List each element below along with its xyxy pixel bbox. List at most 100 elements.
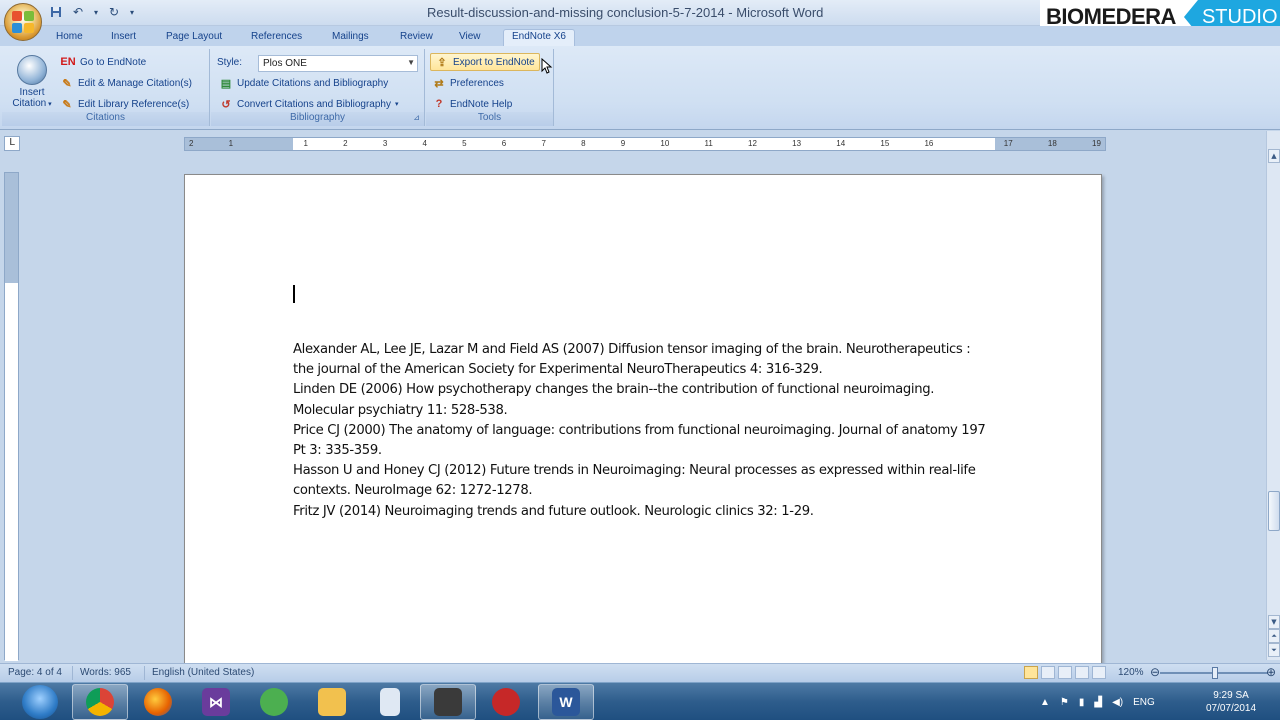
- outline-icon[interactable]: [1075, 666, 1089, 679]
- zoom-slider-knob[interactable]: [1212, 667, 1218, 679]
- tab-endnote[interactable]: EndNote X6: [503, 29, 575, 46]
- web-layout-icon[interactable]: [1058, 666, 1072, 679]
- export-label: Export to EndNote: [453, 56, 535, 68]
- tab-review[interactable]: Review: [400, 29, 433, 46]
- endnote-help-button[interactable]: ? EndNote Help: [432, 95, 513, 113]
- redo-icon[interactable]: ↻: [106, 4, 122, 20]
- reference-list[interactable]: Alexander AL, Lee JE, Lazar M and Field …: [293, 340, 993, 522]
- update-citations-button[interactable]: ▤ Update Citations and Bibliography: [219, 74, 388, 92]
- bibliography-group-label-text: Bibliography: [289, 112, 346, 123]
- reference-entry[interactable]: Price CJ (2000) The anatomy of language:…: [293, 421, 993, 461]
- chrome-icon: [86, 688, 114, 716]
- convert-citations-button[interactable]: ↺ Convert Citations and Bibliography ▾: [219, 95, 399, 113]
- ruler-number: 1: [303, 139, 308, 148]
- convert-dropdown-icon[interactable]: ▾: [395, 100, 399, 108]
- ruler-number: 17: [1003, 139, 1013, 148]
- previous-page-icon[interactable]: ⏶: [1268, 629, 1280, 643]
- ruler-number: 13: [792, 139, 802, 148]
- tab-references[interactable]: References: [251, 29, 302, 46]
- print-layout-icon[interactable]: [1024, 666, 1038, 679]
- taskbar-explorer[interactable]: [304, 684, 360, 720]
- taskbar-notepad[interactable]: [362, 684, 418, 720]
- tab-home[interactable]: Home: [56, 29, 83, 46]
- document-page[interactable]: Alexander AL, Lee JE, Lazar M and Field …: [184, 174, 1102, 664]
- tab-selector[interactable]: L: [4, 136, 20, 151]
- taskbar-endnote[interactable]: [478, 684, 534, 720]
- taskbar-chrome[interactable]: [72, 684, 128, 720]
- style-select[interactable]: Plos ONE ▼: [258, 55, 418, 72]
- system-tray: ▲ ⚑ ▮ ▟ ◀) ENG: [1040, 683, 1155, 720]
- taskbar-firefox[interactable]: [130, 684, 186, 720]
- ruler-numbers: 2 1 1 2 3 4 5 6 7 8 9 10 11 12 13 14 15 16 17 18 19: [185, 138, 1105, 150]
- tab-mailings[interactable]: Mailings: [332, 29, 369, 46]
- zoom-in-icon[interactable]: ⊕: [1266, 665, 1276, 679]
- start-button-icon[interactable]: [22, 685, 58, 719]
- scroll-down-icon[interactable]: ▼: [1268, 615, 1280, 629]
- insert-citation-button[interactable]: Insert Citation ▾: [10, 55, 54, 111]
- edit-library-reference-button[interactable]: ✎ Edit Library Reference(s): [60, 95, 189, 113]
- customize-qat-icon[interactable]: ▾: [128, 4, 136, 20]
- ruler-number: 12: [748, 139, 757, 148]
- bibliography-group: Style: Plos ONE ▼ ▤ Update Citations and…: [211, 49, 425, 126]
- status-bar: Page: 4 of 4 Words: 965 English (United …: [0, 663, 1280, 682]
- preferences-button[interactable]: ⇄ Preferences: [432, 74, 504, 92]
- zoom-out-icon[interactable]: ⊖: [1150, 665, 1160, 679]
- zoom-slider[interactable]: [1160, 667, 1268, 679]
- taskbar-app-dark[interactable]: [420, 684, 476, 720]
- dialog-launcher-icon[interactable]: ⊿: [413, 113, 420, 122]
- tab-page-layout[interactable]: Page Layout: [166, 29, 222, 46]
- reference-entry[interactable]: Fritz JV (2014) Neuroimaging trends and …: [293, 502, 993, 522]
- device-icon[interactable]: ▮: [1079, 697, 1085, 708]
- horizontal-ruler[interactable]: 2 1 1 2 3 4 5 6 7 8 9 10 11 12 13 14 15 16 17 18 19: [184, 137, 1106, 151]
- help-icon: ?: [435, 98, 443, 110]
- ribbon-tabs: Home Insert Page Layout References Maili…: [0, 26, 1280, 46]
- edit-pencil-icon: ✎: [62, 77, 72, 90]
- taskbar-word[interactable]: W: [538, 684, 594, 720]
- language[interactable]: English (United States): [152, 667, 254, 678]
- page-count[interactable]: Page: 4 of 4: [8, 667, 62, 678]
- tab-insert[interactable]: Insert: [111, 29, 136, 46]
- full-screen-reading-icon[interactable]: [1041, 666, 1055, 679]
- clock[interactable]: 9:29 SA 07/07/2014: [1196, 689, 1266, 715]
- endnote-app-icon: [492, 688, 520, 716]
- preferences-icon: ⇄: [434, 77, 444, 90]
- ruler-number: 11: [704, 139, 713, 148]
- zoom-level[interactable]: 120%: [1118, 667, 1144, 678]
- ribbon: Insert Citation ▾ EN Go to EndNote ✎ Edi…: [0, 46, 1280, 130]
- update-bibliography-icon: ▤: [220, 77, 232, 90]
- taskbar: ⋈ W ▲ ⚑ ▮ ▟ ◀) ENG 9:29 SA 07/07/2014: [0, 682, 1280, 720]
- scroll-up-icon[interactable]: ▲: [1268, 149, 1280, 163]
- word-count[interactable]: Words: 965: [80, 667, 131, 678]
- network-flag-icon[interactable]: ⚑: [1060, 697, 1069, 708]
- reference-entry[interactable]: Hasson U and Honey CJ (2012) Future tren…: [293, 461, 993, 501]
- save-icon[interactable]: [48, 4, 64, 20]
- edit-library-icon: ✎: [62, 98, 72, 111]
- export-to-endnote-button[interactable]: ⇪ Export to EndNote: [430, 53, 540, 71]
- volume-icon[interactable]: ◀): [1112, 697, 1123, 708]
- reference-entry[interactable]: Alexander AL, Lee JE, Lazar M and Field …: [293, 340, 993, 380]
- language-indicator[interactable]: ENG: [1133, 697, 1155, 708]
- network-signal-icon[interactable]: ▟: [1094, 697, 1102, 708]
- office-button[interactable]: [4, 3, 42, 41]
- scrollbar-thumb[interactable]: [1268, 491, 1280, 531]
- undo-dropdown-icon[interactable]: ▾: [92, 4, 100, 20]
- title-bar: ↶ ▾ ↻ ▾ Result-discussion-and-missing co…: [0, 0, 1280, 41]
- reference-entry[interactable]: Linden DE (2006) How psychotherapy chang…: [293, 380, 993, 420]
- taskbar-parrot-app[interactable]: [246, 684, 302, 720]
- go-to-endnote-button[interactable]: EN Go to EndNote: [60, 53, 146, 71]
- tab-view[interactable]: View: [459, 29, 481, 46]
- next-page-icon[interactable]: ⏷: [1268, 643, 1280, 657]
- vertical-scrollbar[interactable]: ▲ ▼ ⏶ ⏷: [1266, 131, 1280, 660]
- status-divider: [72, 666, 73, 680]
- ruler-number: 15: [880, 139, 890, 148]
- draft-icon[interactable]: [1092, 666, 1106, 679]
- taskbar-visual-studio[interactable]: ⋈: [188, 684, 244, 720]
- show-hidden-icons-icon[interactable]: ▲: [1040, 697, 1050, 708]
- parrot-icon: [260, 688, 288, 716]
- edit-manage-citations-button[interactable]: ✎ Edit & Manage Citation(s): [60, 74, 192, 92]
- ruler-number: 18: [1047, 139, 1057, 148]
- text-cursor: [293, 285, 295, 303]
- ruler-number: 2: [343, 139, 348, 148]
- undo-icon[interactable]: ↶: [70, 4, 86, 20]
- ruler-number: 6: [501, 139, 507, 148]
